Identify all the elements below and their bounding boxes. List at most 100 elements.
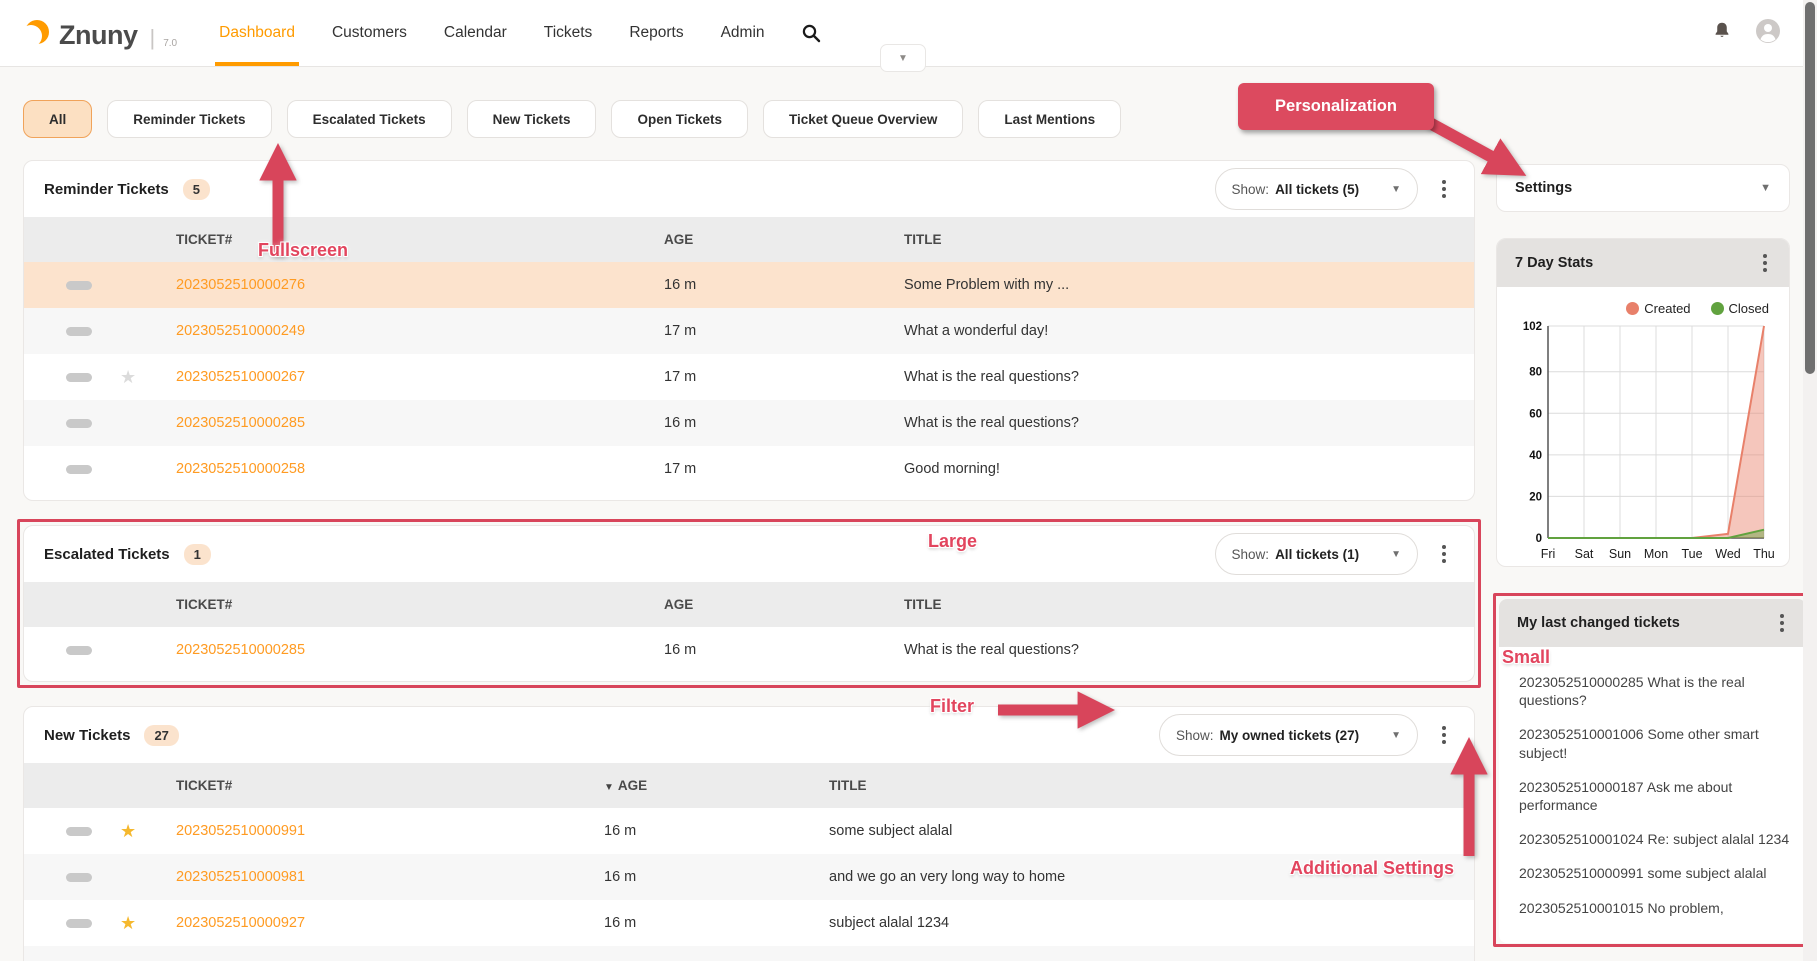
table-row[interactable]: ★ 2023052510000991 16 m some subject ala… (24, 808, 1474, 854)
widget-7-day-stats: 7 Day Stats Created Closed FriSatS (1496, 238, 1790, 567)
col-age[interactable]: AGE (646, 232, 886, 247)
col-title[interactable]: TITLE (886, 232, 1474, 247)
nav-item[interactable]: Dashboard (219, 0, 295, 66)
col-title[interactable]: TITLE (811, 778, 1474, 793)
widget-settings-kebab-icon[interactable] (1759, 250, 1771, 276)
sort-desc-icon: ▼ (604, 782, 614, 793)
filter-pill[interactable]: Open Tickets (611, 100, 748, 138)
col-ticket[interactable]: TICKET# (176, 232, 646, 247)
unread-indicator-icon (66, 919, 92, 928)
ticket-title: What is the real questions? (886, 642, 1474, 658)
table-row[interactable]: 2023052510000981 16 m and we go an very … (24, 854, 1474, 900)
last-changed-ticket-link[interactable]: 2023052510000991 some subject alalal (1519, 864, 1790, 882)
col-ticket[interactable]: TICKET# (176, 597, 646, 612)
ticket-title: What is the real questions? (886, 369, 1474, 385)
svg-text:20: 20 (1529, 491, 1542, 503)
ticket-link[interactable]: 2023052510000927 (176, 915, 305, 931)
chevron-down-icon: ▼ (1391, 549, 1401, 560)
chart-legend: Created Closed (1497, 287, 1789, 316)
show-filter-dropdown[interactable]: Show: All tickets (1) ▼ (1215, 533, 1418, 575)
widget-settings-kebab-icon[interactable] (1776, 610, 1788, 636)
ticket-title: Some Problem with my ... (886, 277, 1474, 293)
nav-item[interactable]: Calendar (444, 0, 507, 66)
ticket-link[interactable]: 2023052510000267 (176, 369, 305, 385)
widget-settings-kebab-icon[interactable] (1438, 541, 1450, 567)
last-changed-ticket-link[interactable]: 2023052510000285 What is the real questi… (1519, 673, 1790, 709)
ticket-link[interactable]: 2023052510000276 (176, 277, 305, 293)
star-icon[interactable]: ★ (108, 914, 176, 932)
svg-text:60: 60 (1529, 408, 1542, 420)
table-row[interactable]: ★ 2023052510000927 16 m subject alalal 1… (24, 900, 1474, 946)
nav-item[interactable]: Reports (629, 0, 683, 66)
ticket-link[interactable]: 2023052510000285 (176, 642, 305, 658)
unread-indicator-icon (66, 281, 92, 290)
unread-indicator-icon (66, 827, 92, 836)
table-row[interactable]: 2023052510000285 16 m What is the real q… (24, 400, 1474, 446)
table-row[interactable]: 2023052510000258 17 m Good morning! (24, 446, 1474, 492)
ticket-title: some subject alalal (811, 823, 1474, 839)
chevron-down-icon: ▼ (1760, 182, 1771, 194)
ticket-title: Good morning! (886, 461, 1474, 477)
ticket-age: 16 m (586, 823, 811, 839)
search-icon[interactable] (801, 23, 821, 43)
widget-title: My last changed tickets (1517, 615, 1680, 631)
show-label: Show: (1176, 728, 1214, 743)
table-row[interactable]: 2023052510000276 16 m Some Problem with … (24, 262, 1474, 308)
show-value: All tickets (1) (1275, 547, 1359, 562)
znuny-logo[interactable]: Znuny | 7.0 (23, 17, 177, 49)
ticket-link[interactable]: 2023052510000249 (176, 323, 305, 339)
widget-title: New Tickets (44, 727, 130, 744)
brand-separator: | (150, 27, 156, 49)
col-age-sorted[interactable]: ▼AGE (586, 778, 811, 793)
chevron-down-icon: ▼ (1391, 730, 1401, 741)
ticket-link[interactable]: 2023052510000258 (176, 461, 305, 477)
brand-version: 7.0 (163, 38, 177, 49)
notifications-bell-icon[interactable] (1711, 20, 1733, 47)
dashboard-filter-row: All Reminder Tickets Escalated Tickets N… (23, 100, 1475, 138)
nav-item[interactable]: Tickets (544, 0, 593, 66)
last-changed-ticket-link[interactable]: 2023052510001006 Some other smart subjec… (1519, 725, 1790, 761)
widget-settings-kebab-icon[interactable] (1438, 176, 1450, 202)
settings-panel-toggle[interactable]: Settings ▼ (1496, 164, 1790, 212)
filter-pill[interactable]: Ticket Queue Overview (763, 100, 963, 138)
col-title[interactable]: TITLE (886, 597, 1474, 612)
filter-pill[interactable]: New Tickets (467, 100, 597, 138)
nav-item[interactable]: Customers (332, 0, 407, 66)
star-icon[interactable]: ★ (108, 368, 176, 386)
ticket-link[interactable]: 2023052510000285 (176, 415, 305, 431)
table-row[interactable]: 2023052510000249 17 m What a wonderful d… (24, 308, 1474, 354)
star-icon[interactable]: ★ (108, 822, 176, 840)
unread-indicator-icon (66, 373, 92, 382)
ticket-age: 16 m (646, 415, 886, 431)
user-avatar[interactable] (1755, 18, 1781, 49)
ticket-title: What a wonderful day! (886, 323, 1474, 339)
filter-pill[interactable]: Last Mentions (978, 100, 1121, 138)
widget-new-tickets: New Tickets 27 Show: My owned tickets (2… (23, 706, 1475, 961)
last-changed-ticket-link[interactable]: 2023052510001015 No problem, (1519, 899, 1790, 917)
last-changed-ticket-link[interactable]: 2023052510000187 Ask me about performanc… (1519, 778, 1790, 814)
table-row[interactable]: ★ 2023052510000267 17 m What is the real… (24, 354, 1474, 400)
filter-pill[interactable]: All (23, 100, 92, 138)
last-changed-ticket-link[interactable]: 2023052510001024 Re: subject alalal 1234 (1519, 830, 1790, 848)
dashboard-collapse-toggle[interactable]: ▼ (880, 44, 926, 72)
page-scrollbar-thumb[interactable] (1805, 2, 1815, 374)
table-row[interactable]: ★ 2023052510000936 16 m and we go an ver… (24, 946, 1474, 961)
filter-pill[interactable]: Reminder Tickets (107, 100, 271, 138)
znuny-swoosh-icon (23, 17, 53, 47)
table-row[interactable]: 2023052510000285 16 m What is the real q… (24, 627, 1474, 673)
show-filter-dropdown[interactable]: Show: My owned tickets (27) ▼ (1159, 714, 1418, 756)
table-header: TICKET# AGE TITLE (24, 582, 1474, 627)
nav-item[interactable]: Admin (721, 0, 765, 66)
ticket-age: 17 m (646, 323, 886, 339)
page-scrollbar-track[interactable] (1803, 0, 1817, 961)
legend-label: Closed (1729, 301, 1769, 316)
settings-title: Settings (1515, 180, 1572, 196)
ticket-link[interactable]: 2023052510000991 (176, 823, 305, 839)
widget-settings-kebab-icon[interactable] (1438, 722, 1450, 748)
col-age[interactable]: AGE (646, 597, 886, 612)
filter-pill[interactable]: Escalated Tickets (287, 100, 452, 138)
col-ticket[interactable]: TICKET# (176, 778, 586, 793)
ticket-link[interactable]: 2023052510000981 (176, 869, 305, 885)
legend-label: Created (1644, 301, 1690, 316)
show-filter-dropdown[interactable]: Show: All tickets (5) ▼ (1215, 168, 1418, 210)
